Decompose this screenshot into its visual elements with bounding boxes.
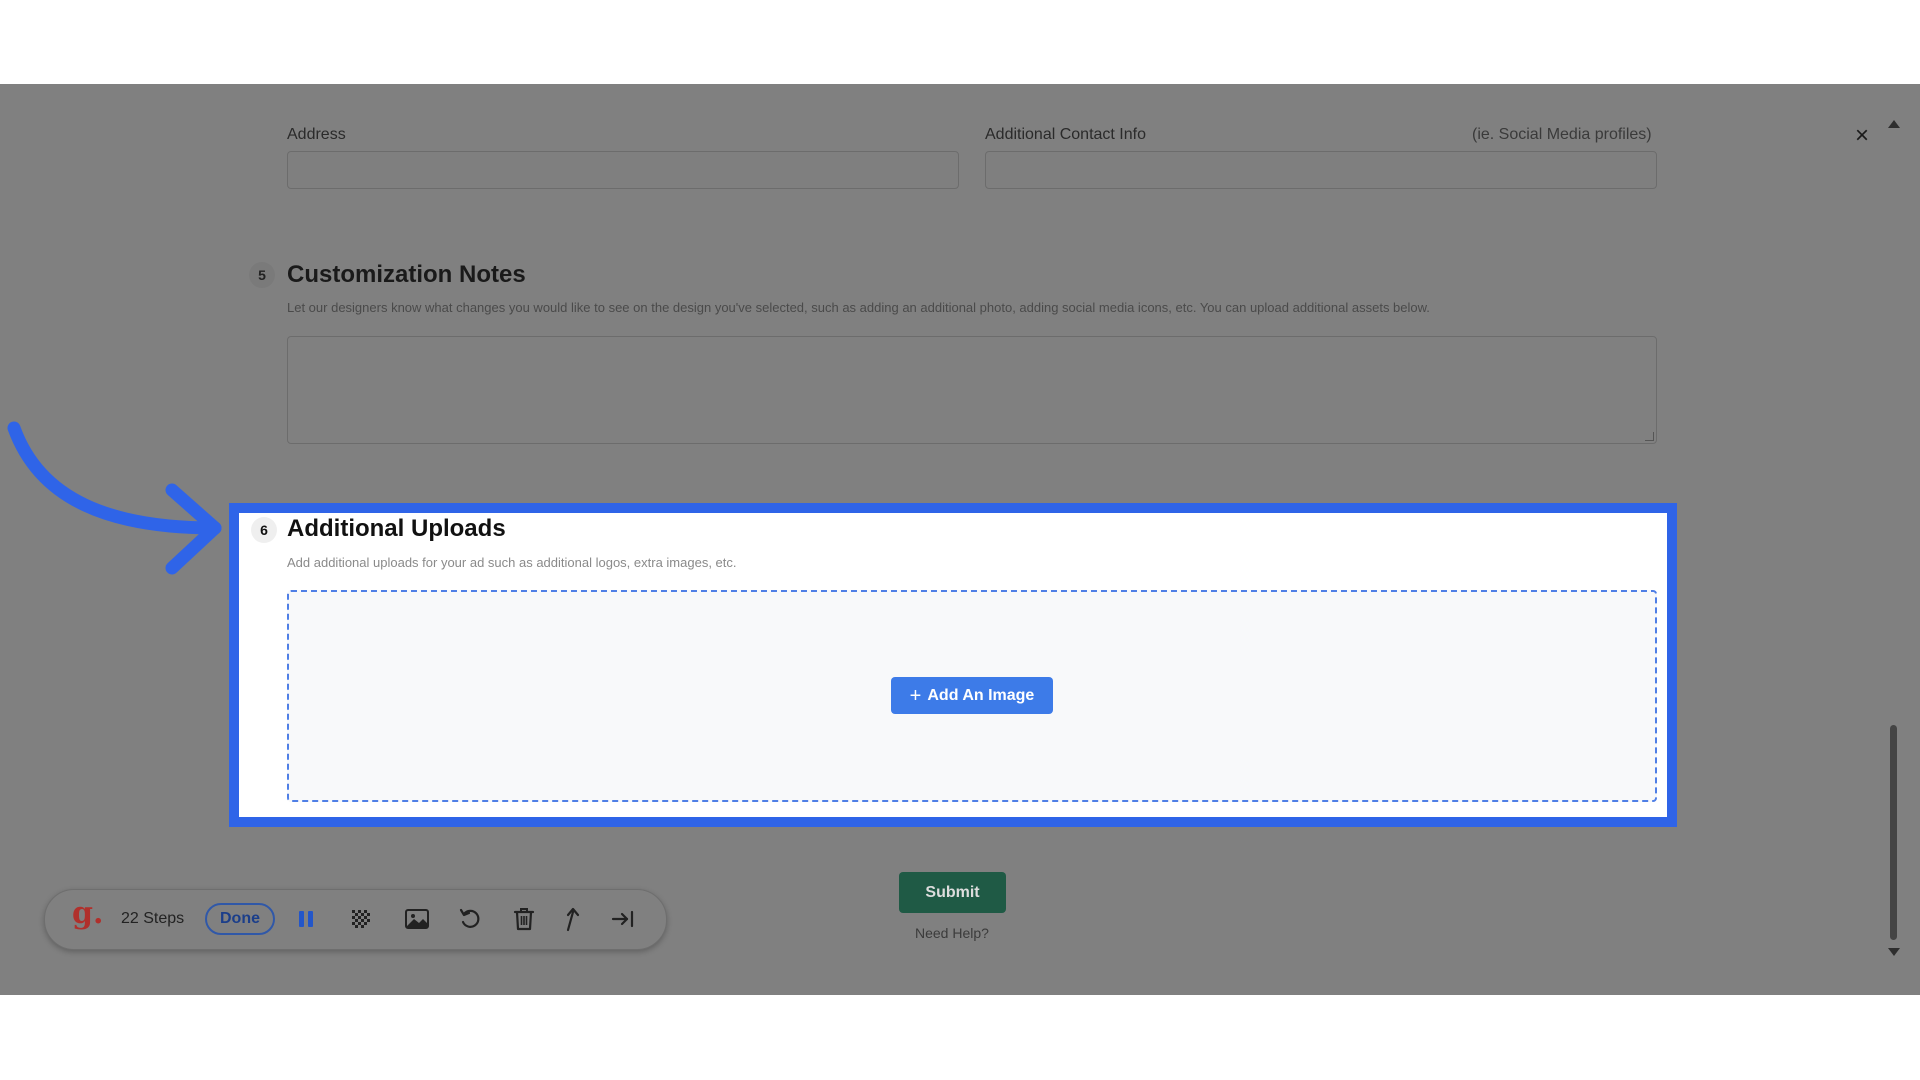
uploads-description: Add additional uploads for your ad such … [287,555,737,570]
contact-label: Additional Contact Info [985,126,1146,143]
uploads-title: Additional Uploads [287,515,506,542]
submit-button[interactable]: Submit [899,872,1006,913]
customization-title: Customization Notes [287,261,526,288]
image-icon[interactable] [404,906,430,932]
contact-hint: (ie. Social Media profiles) [1472,126,1652,143]
close-icon[interactable]: × [1855,124,1869,148]
scroll-up-arrow[interactable] [1888,120,1900,128]
trash-icon[interactable] [511,906,537,932]
step-number-badge-6: 6 [251,517,277,543]
add-image-button[interactable]: + Add An Image [891,677,1053,714]
done-button[interactable]: Done [205,903,275,935]
undo-icon[interactable] [458,906,484,932]
contact-info-input[interactable] [985,151,1657,189]
steps-count: 22 Steps [121,910,185,927]
need-help-link[interactable]: Need Help? [915,925,989,941]
address-label: Address [287,126,346,143]
blur-icon[interactable] [348,906,374,932]
pause-icon[interactable] [293,906,319,932]
upload-icon[interactable] [560,906,586,932]
customization-notes-textarea[interactable] [287,336,1657,444]
pointer-arrow-icon [7,421,222,575]
resize-grip-icon[interactable] [1645,432,1654,441]
step-number-badge: 5 [249,262,275,288]
address-input[interactable] [287,151,959,189]
scroll-down-arrow[interactable] [1888,948,1900,956]
plus-icon: + [909,684,922,707]
customization-description: Let our designers know what changes you … [287,300,1430,315]
scrollbar-thumb[interactable] [1890,725,1897,940]
add-image-label: Add An Image [927,686,1035,704]
skip-to-end-icon[interactable] [610,906,636,932]
brand-logo: g. [72,896,104,931]
